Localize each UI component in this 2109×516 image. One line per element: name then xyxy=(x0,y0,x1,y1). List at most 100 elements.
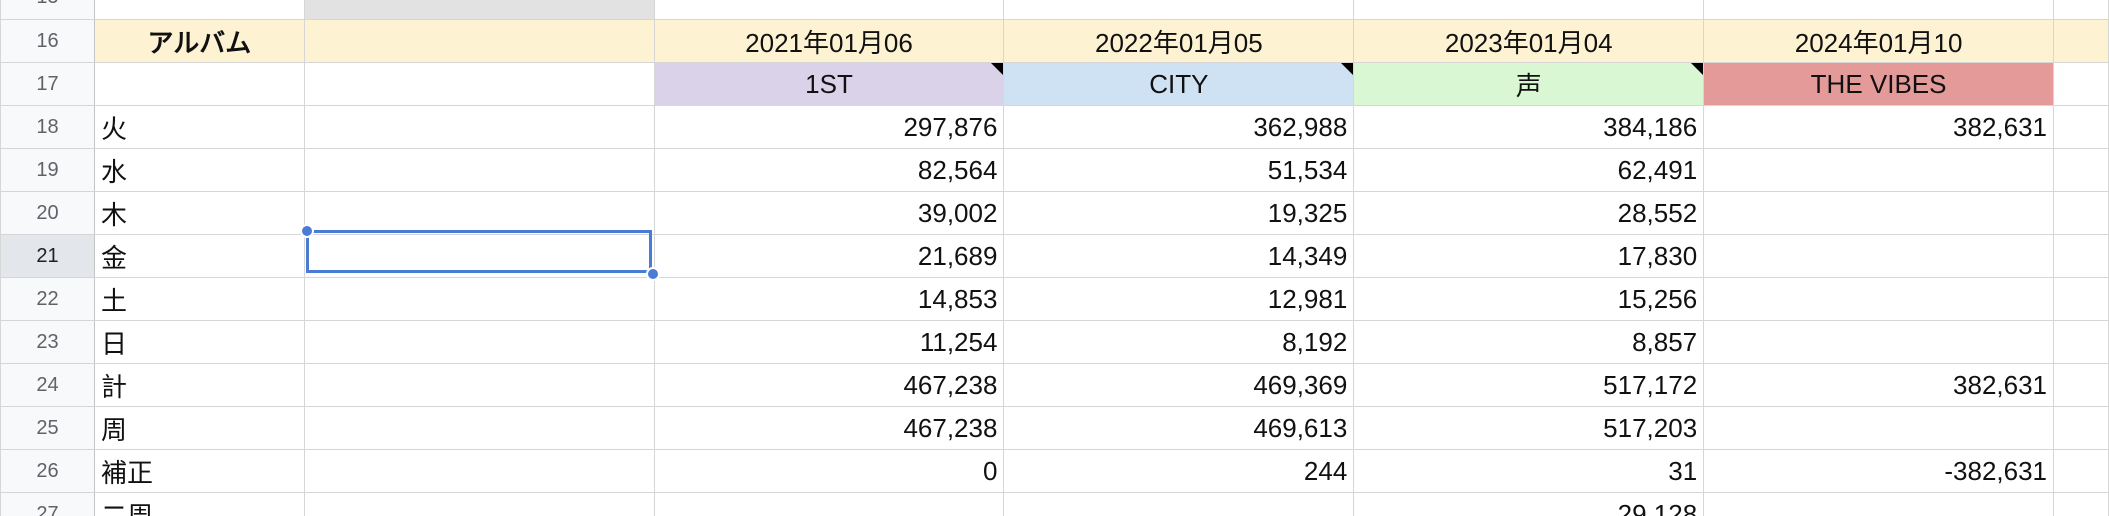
value-cell[interactable]: 382,631 xyxy=(1703,105,2055,149)
release-date-cell[interactable]: 2023年01月04 xyxy=(1353,19,1705,63)
cell[interactable] xyxy=(2053,277,2109,321)
row-label-cell[interactable]: 二周 xyxy=(93,492,305,516)
value-cell[interactable]: 21,689 xyxy=(653,234,1005,278)
value-cell[interactable]: 467,238 xyxy=(653,363,1005,407)
cell[interactable] xyxy=(303,148,655,192)
album-name-cell[interactable]: THE VIBES xyxy=(1703,62,2055,106)
value-cell[interactable]: 244 xyxy=(1003,449,1355,493)
value-cell[interactable]: 384,186 xyxy=(1353,105,1705,149)
value-cell[interactable] xyxy=(1003,492,1355,516)
row-header[interactable]: 16 xyxy=(0,19,95,63)
value-cell[interactable]: 297,876 xyxy=(653,105,1005,149)
value-cell[interactable]: 469,369 xyxy=(1003,363,1355,407)
cell[interactable] xyxy=(2053,406,2109,450)
value-cell[interactable]: 14,349 xyxy=(1003,234,1355,278)
selected-cell[interactable] xyxy=(303,234,655,278)
cell[interactable] xyxy=(2053,191,2109,235)
value-cell[interactable]: 8,857 xyxy=(1353,320,1705,364)
value-cell[interactable]: 469,613 xyxy=(1003,406,1355,450)
cell[interactable] xyxy=(1353,0,1705,20)
cell[interactable] xyxy=(93,62,305,106)
release-date-cell[interactable]: 2022年01月05 xyxy=(1003,19,1355,63)
selection-handle[interactable] xyxy=(300,224,314,238)
fill-handle[interactable] xyxy=(646,267,660,281)
row-label-cell[interactable]: 木 xyxy=(93,191,305,235)
row-header[interactable]: 20 xyxy=(0,191,95,235)
cell[interactable] xyxy=(303,105,655,149)
value-cell[interactable]: 517,203 xyxy=(1353,406,1705,450)
row-header[interactable]: 22 xyxy=(0,277,95,321)
cell[interactable] xyxy=(2053,492,2109,516)
value-cell[interactable]: 62,491 xyxy=(1353,148,1705,192)
cell[interactable] xyxy=(93,0,305,20)
value-cell[interactable]: 15,256 xyxy=(1353,277,1705,321)
row-label-cell[interactable]: 周 xyxy=(93,406,305,450)
album-name-cell[interactable]: 1ST xyxy=(653,62,1005,106)
album-label-cell[interactable]: アルバム xyxy=(93,19,305,63)
cell[interactable] xyxy=(2053,0,2109,20)
value-cell[interactable]: 39,002 xyxy=(653,191,1005,235)
release-date-cell[interactable]: 2024年01月10 xyxy=(1703,19,2055,63)
value-cell[interactable]: 28,552 xyxy=(1353,191,1705,235)
row-header[interactable]: 24 xyxy=(0,363,95,407)
row-header[interactable]: 25 xyxy=(0,406,95,450)
cell[interactable] xyxy=(303,406,655,450)
cell[interactable] xyxy=(303,277,655,321)
value-cell[interactable]: 0 xyxy=(653,449,1005,493)
cell[interactable] xyxy=(653,0,1005,20)
row-label-cell[interactable]: 水 xyxy=(93,148,305,192)
value-cell[interactable]: 51,534 xyxy=(1003,148,1355,192)
row-header[interactable]: 26 xyxy=(0,449,95,493)
cell[interactable] xyxy=(2053,105,2109,149)
row-label-cell[interactable]: 金 xyxy=(93,234,305,278)
row-label-cell[interactable]: 土 xyxy=(93,277,305,321)
album-name-cell[interactable]: 声 xyxy=(1353,62,1705,106)
value-cell[interactable]: 19,325 xyxy=(1003,191,1355,235)
cell[interactable] xyxy=(303,0,655,20)
cell[interactable] xyxy=(2053,449,2109,493)
album-name-cell[interactable]: CITY xyxy=(1003,62,1355,106)
row-label-cell[interactable]: 火 xyxy=(93,105,305,149)
cell[interactable] xyxy=(303,492,655,516)
cell[interactable] xyxy=(2053,62,2109,106)
row-header[interactable]: 17 xyxy=(0,62,95,106)
cell[interactable] xyxy=(1003,0,1355,20)
value-cell[interactable] xyxy=(1703,191,2055,235)
value-cell[interactable] xyxy=(1703,406,2055,450)
cell[interactable] xyxy=(303,320,655,364)
value-cell[interactable] xyxy=(1703,148,2055,192)
row-label-cell[interactable]: 補正 xyxy=(93,449,305,493)
value-cell[interactable]: 31 xyxy=(1353,449,1705,493)
value-cell[interactable]: 11,254 xyxy=(653,320,1005,364)
cell[interactable] xyxy=(2053,148,2109,192)
value-cell[interactable] xyxy=(1703,492,2055,516)
value-cell[interactable]: 382,631 xyxy=(1703,363,2055,407)
value-cell[interactable]: 82,564 xyxy=(653,148,1005,192)
cell[interactable] xyxy=(2053,19,2109,63)
cell[interactable] xyxy=(2053,320,2109,364)
value-cell[interactable]: 14,853 xyxy=(653,277,1005,321)
cell[interactable] xyxy=(1703,0,2055,20)
row-label-cell[interactable]: 計 xyxy=(93,363,305,407)
value-cell[interactable]: 8,192 xyxy=(1003,320,1355,364)
value-cell[interactable] xyxy=(1703,320,2055,364)
row-header[interactable]: 19 xyxy=(0,148,95,192)
value-cell[interactable]: 12,981 xyxy=(1003,277,1355,321)
row-header[interactable]: 18 xyxy=(0,105,95,149)
value-cell[interactable] xyxy=(653,492,1005,516)
cell[interactable] xyxy=(303,363,655,407)
value-cell[interactable]: 517,172 xyxy=(1353,363,1705,407)
value-cell[interactable]: 467,238 xyxy=(653,406,1005,450)
cell[interactable] xyxy=(303,449,655,493)
row-header[interactable]: 15 xyxy=(0,0,95,20)
value-cell[interactable] xyxy=(1703,234,2055,278)
row-header-active[interactable]: 21 xyxy=(0,234,95,278)
cell[interactable] xyxy=(303,19,655,63)
value-cell[interactable]: 29,128 xyxy=(1353,492,1705,516)
row-label-cell[interactable]: 日 xyxy=(93,320,305,364)
cell[interactable] xyxy=(2053,234,2109,278)
value-cell[interactable]: 362,988 xyxy=(1003,105,1355,149)
row-header[interactable]: 23 xyxy=(0,320,95,364)
cell[interactable] xyxy=(2053,363,2109,407)
cell[interactable] xyxy=(303,62,655,106)
